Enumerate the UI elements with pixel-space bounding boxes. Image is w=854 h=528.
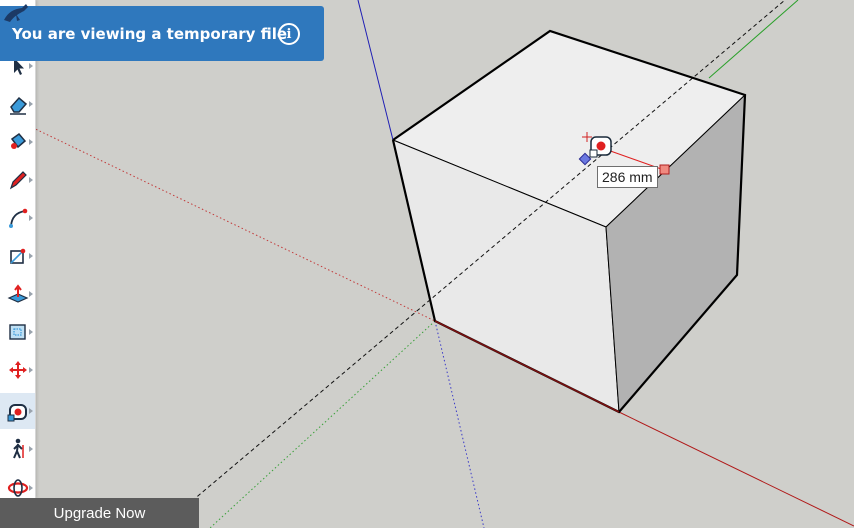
upgrade-now-button[interactable]: Upgrade Now [0,498,199,528]
pencil-icon [9,171,27,190]
offset-icon [8,324,26,340]
green-axis [708,0,799,79]
banner-message: You are viewing a temporary file [12,24,288,43]
model-viewport[interactable] [0,0,854,528]
walk-tool-button[interactable] [0,431,35,467]
push-pull-icon [7,284,28,303]
rectangle-tool-button[interactable] [0,238,35,274]
measurement-tooltip: 286 mm [597,166,658,188]
green-axis-dotted [209,320,436,528]
pencil-tool-button[interactable] [0,162,35,198]
walk-icon [12,438,24,459]
tape-measure-tool-button[interactable] [0,393,35,429]
offset-tool-button[interactable] [0,314,35,350]
red-axis [618,411,854,527]
orbit-icon [7,479,28,497]
arc-tool-button[interactable] [0,200,35,236]
endpoint-marker [659,164,670,175]
rectangle-icon [9,248,25,264]
eraser-tool-button[interactable] [0,86,35,122]
temporary-file-banner: You are viewing a temporary file i [0,6,324,61]
push-pull-tool-button[interactable] [0,276,35,312]
eraser-icon [9,96,27,115]
blue-axis [357,0,394,141]
sketchup-logo-icon[interactable] [0,0,32,26]
paint-tool-button[interactable] [0,124,35,160]
tool-palette [0,0,36,498]
red-axis-dotted [0,111,436,322]
tape-measure-icon [7,404,27,422]
arc-icon [8,208,27,228]
move-tool-button[interactable] [0,352,35,388]
info-icon[interactable]: i [278,23,300,45]
upgrade-now-label: Upgrade Now [53,504,146,522]
blue-axis-dotted [434,320,485,528]
paint-bucket-icon [10,132,26,149]
move-icon [8,361,27,379]
